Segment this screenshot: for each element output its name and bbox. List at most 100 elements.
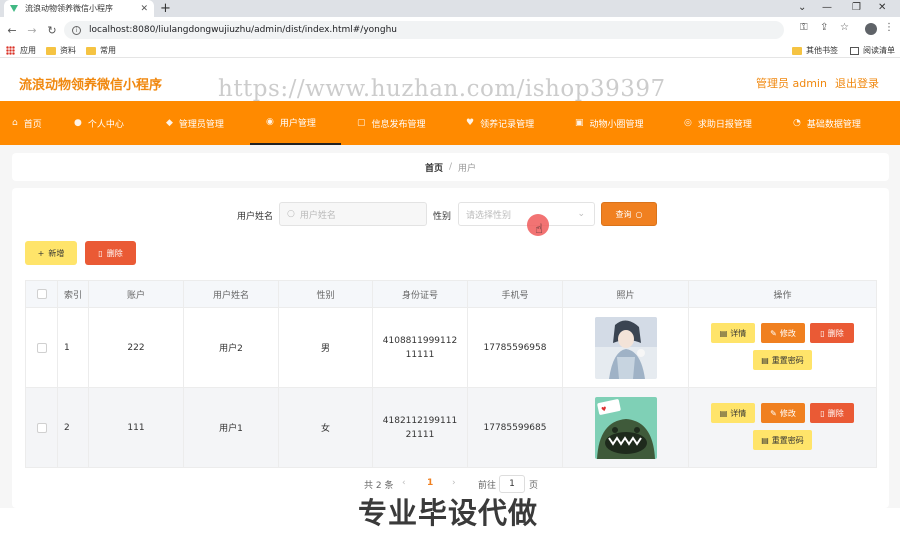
window-close-icon[interactable]: ✕	[878, 2, 886, 13]
user-photo[interactable]	[594, 316, 657, 379]
close-icon[interactable]: ✕	[140, 4, 148, 14]
banner-watermark: 专业毕设代做	[358, 496, 539, 530]
trash-icon: ▯	[820, 328, 825, 338]
key-icon[interactable]: ⚿	[800, 22, 808, 33]
browser-tab[interactable]: 流浪动物领养微信小程序 ✕	[4, 0, 154, 17]
prev-page-icon[interactable]: ‹	[402, 478, 406, 488]
circle-icon: ▣	[575, 118, 584, 128]
col-photo: 照片	[563, 281, 689, 307]
settings-icon: ◔	[793, 118, 801, 128]
profile-avatar[interactable]	[865, 23, 877, 35]
bookmark-folder[interactable]: 资料	[46, 45, 76, 56]
row-checkbox[interactable]	[36, 342, 47, 353]
cell-photo: ♥	[563, 388, 689, 467]
doc-icon: ▤	[761, 435, 769, 445]
edit-button[interactable]: ✎ 修改	[761, 403, 805, 423]
user-icon: ●	[74, 118, 82, 128]
delete-button[interactable]: ▯ 删除	[810, 403, 854, 423]
table-row: 2 111 用户1 女 418211219911121111 177855996…	[26, 388, 876, 468]
bookmarks-bar: 应用 资料 常用 其他书签 阅读清单	[0, 43, 900, 58]
cell-account: 222	[89, 308, 184, 387]
bookmark-apps[interactable]: 应用	[6, 45, 36, 56]
reset-password-button[interactable]: ▤ 重置密码	[753, 350, 812, 370]
share-icon[interactable]: ⇪	[820, 22, 828, 33]
doc-icon: ▤	[719, 408, 728, 418]
query-button[interactable]: 查询 ○	[601, 202, 657, 226]
doc-icon: ▢	[357, 118, 366, 128]
browser-tabstrip: 流浪动物领养微信小程序 ✕ + ⌄ — ❐ ✕	[0, 0, 900, 17]
chevron-down-icon[interactable]: ⌄	[798, 2, 806, 13]
cell-account: 111	[89, 388, 184, 467]
next-page-icon[interactable]: ›	[452, 478, 456, 488]
forward-arrow-icon[interactable]: →	[24, 24, 40, 37]
nav-circle[interactable]: ▣ 动物小圈管理	[575, 101, 644, 145]
table-row: 1 222 用户2 男 410881199911211111 177855969…	[26, 308, 876, 388]
address-bar: ← → ↻ i localhost:8080/liulangdongwujiuz…	[0, 17, 900, 43]
reset-password-button[interactable]: ▤ 重置密码	[753, 430, 812, 450]
nav-help[interactable]: ◎ 求助日报管理	[684, 101, 752, 145]
cell-phone: 17785596958	[468, 308, 563, 387]
cell-id-card: 418211219911121111	[373, 388, 468, 467]
col-id-card: 身份证号	[373, 281, 468, 307]
breadcrumb-separator: /	[448, 162, 453, 172]
folder-icon	[792, 46, 802, 55]
reading-list[interactable]: 阅读清单	[850, 45, 895, 56]
minimize-icon[interactable]: —	[822, 2, 832, 13]
row-checkbox-cell	[26, 308, 58, 387]
detail-button[interactable]: ▤ 详情	[711, 403, 755, 423]
breadcrumb-home[interactable]: 首页	[425, 161, 443, 174]
select-all-checkbox[interactable]	[36, 289, 47, 299]
table-header: 索引 账户 用户姓名 性别 身份证号 手机号 照片 操作	[26, 281, 876, 308]
row-checkbox[interactable]	[36, 422, 47, 433]
nav-adoption[interactable]: ♥ 领养记录管理	[466, 101, 534, 145]
bulk-delete-button[interactable]: ▯ 删除	[85, 241, 136, 265]
back-arrow-icon[interactable]: ←	[4, 24, 20, 37]
users-icon: ◉	[266, 117, 274, 127]
pencil-icon: ✎	[770, 328, 777, 338]
delete-button[interactable]: ▯ 删除	[810, 323, 854, 343]
reload-icon[interactable]: ↻	[44, 24, 60, 37]
logout-button[interactable]: 退出登录	[835, 75, 879, 91]
vue-logo-icon	[10, 5, 18, 12]
name-search-input[interactable]: ○ 用户姓名	[279, 202, 427, 226]
trash-icon: ▯	[98, 248, 103, 258]
edit-button[interactable]: ✎ 修改	[761, 323, 805, 343]
new-tab-button[interactable]: +	[160, 1, 171, 16]
doc-icon: ▤	[719, 328, 728, 338]
col-ops: 操作	[773, 290, 792, 301]
nav-profile[interactable]: ● 个人中心	[74, 101, 124, 145]
col-index: 索引	[58, 281, 89, 307]
cell-name: 用户2	[184, 308, 279, 387]
nav-users[interactable]: ◉ 用户管理	[250, 101, 341, 145]
cell-photo	[563, 308, 689, 387]
col-name: 用户姓名	[184, 281, 279, 307]
bookmark-folder[interactable]: 常用	[86, 45, 116, 56]
nav-info[interactable]: ▢ 信息发布管理	[357, 101, 426, 145]
search-icon: ○	[635, 209, 643, 219]
menu-dots-icon[interactable]: ⋮	[884, 22, 894, 33]
admin-icon: ◆	[166, 118, 173, 128]
nav-basic-data[interactable]: ◔ 基础数据管理	[793, 101, 861, 145]
other-bookmarks[interactable]: 其他书签	[792, 45, 838, 56]
detail-button[interactable]: ▤ 详情	[711, 323, 755, 343]
info-icon[interactable]: i	[72, 25, 81, 35]
apps-grid-icon	[6, 46, 15, 55]
cell-index: 2	[58, 388, 89, 467]
plus-icon: +	[37, 248, 45, 258]
page-number[interactable]: 1	[427, 478, 433, 488]
restore-icon[interactable]: ❐	[852, 2, 861, 13]
url-text: localhost:8080/liulangdongwujiuzhu/admin…	[89, 25, 397, 35]
cell-index: 1	[58, 308, 89, 387]
reading-list-icon	[850, 46, 859, 55]
nav-admin[interactable]: ◆ 管理员管理	[166, 101, 224, 145]
users-table: 索引 账户 用户姓名 性别 身份证号 手机号 照片 操作 1 222 用户2 男…	[25, 280, 877, 468]
cell-id-card: 410881199911211111	[373, 308, 468, 387]
nav-home[interactable]: ⌂ 首页	[12, 101, 42, 145]
user-photo[interactable]: ♥	[594, 396, 657, 459]
add-button[interactable]: + 新增	[25, 241, 77, 265]
row-checkbox-cell	[26, 388, 58, 467]
star-icon[interactable]: ☆	[840, 22, 849, 33]
pencil-icon: ✎	[770, 408, 777, 418]
url-field[interactable]: i localhost:8080/liulangdongwujiuzhu/adm…	[64, 21, 784, 39]
cell-ops: ▤ 详情 ✎ 修改 ▯ 删除 ▤ 重置密码	[689, 388, 876, 467]
